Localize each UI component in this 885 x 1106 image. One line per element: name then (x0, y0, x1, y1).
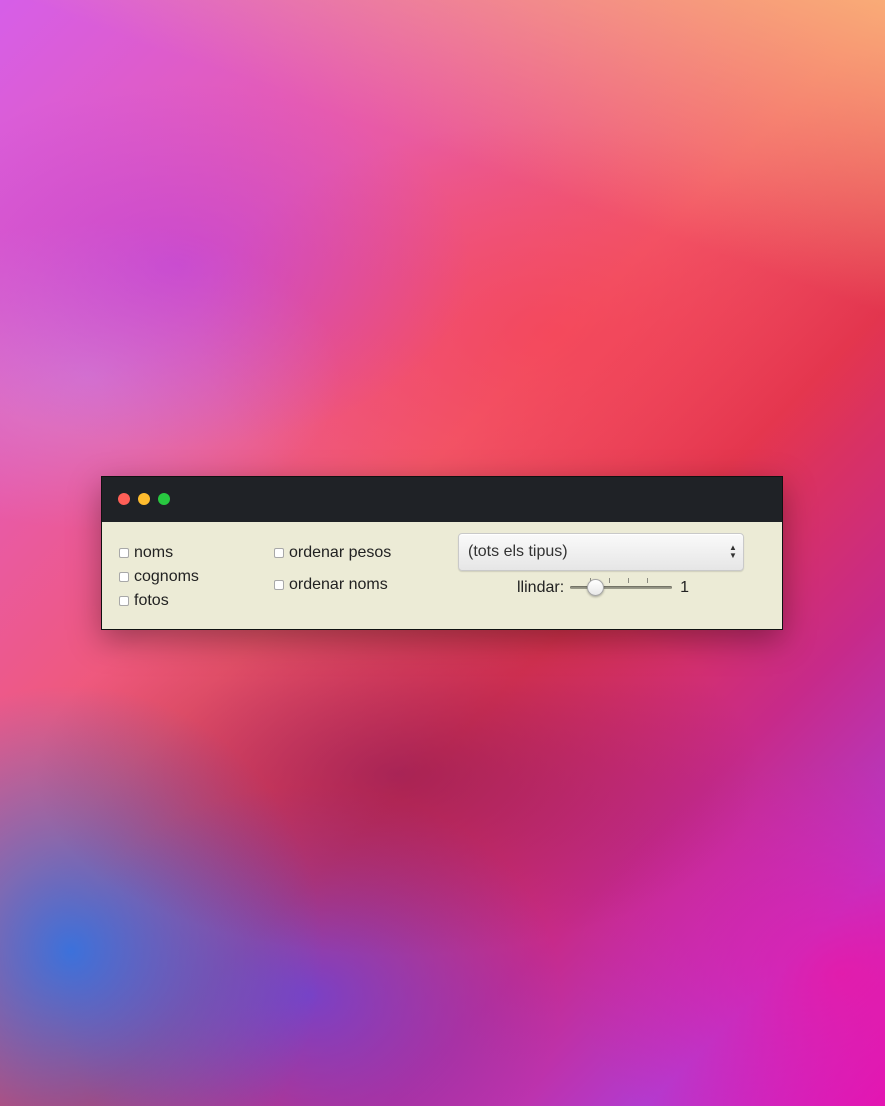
checkbox-fotos[interactable] (119, 596, 129, 606)
minimize-icon[interactable] (138, 493, 150, 505)
checkbox-ordenar-pesos[interactable] (274, 548, 284, 558)
threshold-control: llindar: 1 (517, 576, 689, 600)
controls-panel: noms cognoms fotos ordenar pesos ordenar… (102, 522, 782, 629)
option-ordenar-noms-label: ordenar noms (289, 576, 388, 593)
option-ordenar-pesos[interactable]: ordenar pesos (274, 543, 391, 563)
slider-tick (609, 578, 611, 583)
option-noms[interactable]: noms (119, 543, 173, 563)
slider-thumb[interactable] (587, 579, 605, 596)
type-select[interactable]: (tots els tipus) ▲ ▼ (458, 533, 744, 571)
checkbox-cognoms[interactable] (119, 572, 129, 582)
title-bar (102, 477, 782, 522)
threshold-label: llindar: (517, 579, 565, 596)
app-window: noms cognoms fotos ordenar pesos ordenar… (101, 476, 783, 630)
up-down-arrows-icon: ▲ ▼ (729, 543, 737, 560)
option-fotos[interactable]: fotos (119, 591, 169, 611)
threshold-slider[interactable] (570, 576, 673, 600)
option-cognoms-label: cognoms (134, 568, 199, 585)
option-ordenar-noms[interactable]: ordenar noms (274, 575, 388, 595)
checkbox-noms[interactable] (119, 548, 129, 558)
close-icon[interactable] (118, 493, 130, 505)
slider-tick (647, 578, 649, 583)
checkbox-ordenar-noms[interactable] (274, 580, 284, 590)
slider-tick (628, 578, 630, 583)
threshold-value: 1 (680, 579, 690, 596)
option-noms-label: noms (134, 544, 174, 561)
desktop-background: noms cognoms fotos ordenar pesos ordenar… (0, 0, 885, 1106)
option-fotos-label: fotos (134, 592, 169, 609)
option-cognoms[interactable]: cognoms (119, 567, 199, 587)
option-ordenar-pesos-label: ordenar pesos (289, 544, 392, 561)
slider-track (570, 586, 673, 589)
type-select-value: (tots els tipus) (468, 543, 568, 560)
maximize-icon[interactable] (158, 493, 170, 505)
